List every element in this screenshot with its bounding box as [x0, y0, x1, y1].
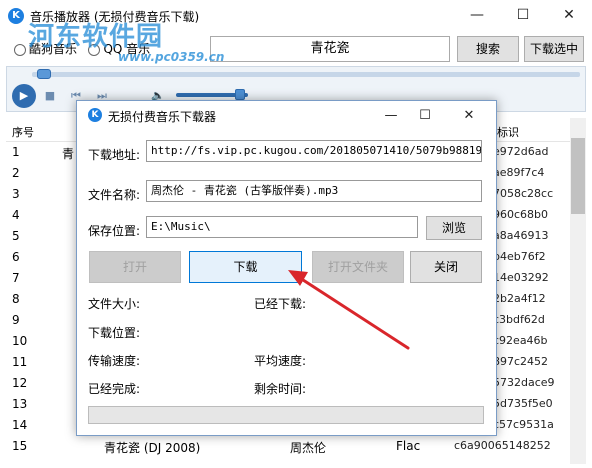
- playback-progress[interactable]: [32, 72, 580, 77]
- dialog-close-button[interactable]: ✕: [452, 102, 486, 130]
- save-path-field[interactable]: E:\Music\: [146, 216, 418, 238]
- row-identifier: ae89f7c4: [493, 166, 545, 179]
- row-index: 4: [12, 208, 20, 222]
- row-identifier: a8a46913: [493, 229, 549, 242]
- row-index: 6: [12, 250, 20, 264]
- row-identifier: 897c2452: [493, 355, 549, 368]
- row-identifier: c6a90065148252: [454, 439, 551, 452]
- dialog-maximize-button[interactable]: ☐: [408, 102, 442, 130]
- row-index: 13: [12, 397, 28, 411]
- dialog-logo-icon: K: [88, 108, 102, 122]
- row-index: 15: [12, 439, 28, 453]
- dialog-close-action-button[interactable]: 关闭: [410, 251, 482, 283]
- row-format: Flac: [396, 439, 421, 453]
- watermark-url: www.pc0359.cn: [118, 50, 225, 64]
- column-header-id[interactable]: 标识: [497, 124, 519, 140]
- row-title: 青花瓷 (DJ 2008): [104, 441, 201, 455]
- row-identifier: e972d6ad: [493, 145, 549, 158]
- column-header-index[interactable]: 序号: [12, 124, 34, 140]
- download-button[interactable]: 下载: [189, 251, 302, 283]
- remaining-time-label: 剩余时间:: [254, 382, 307, 396]
- volume-slider-knob[interactable]: [234, 89, 245, 100]
- row-identifier: 14e03292: [493, 271, 549, 284]
- play-icon[interactable]: ▶: [12, 84, 36, 108]
- transfer-speed-label: 传输速度:: [88, 354, 141, 368]
- maximize-button[interactable]: ☐: [500, 0, 546, 32]
- row-index: 11: [12, 355, 28, 369]
- file-size-label: 文件大小:: [88, 297, 141, 311]
- table-scrollbar-thumb[interactable]: [571, 138, 585, 214]
- filename-label: 文件名称:: [88, 188, 141, 202]
- row-artist: 周杰伦: [290, 441, 327, 455]
- filename-field[interactable]: 周杰伦 - 青花瓷 (古筝版伴奏).mp3: [146, 180, 482, 202]
- save-path-label: 保存位置:: [88, 224, 141, 238]
- app-logo-icon: K: [8, 8, 24, 24]
- search-input[interactable]: 青花瓷: [210, 36, 450, 62]
- row-identifier: c57c9531a: [493, 418, 554, 431]
- row-identifier: 5732dace9: [493, 376, 555, 389]
- download-progress-bar: [88, 406, 484, 424]
- playback-progress-knob[interactable]: [37, 69, 52, 79]
- row-title: 青: [62, 147, 75, 161]
- row-index: 10: [12, 334, 28, 348]
- completed-label: 已经完成:: [88, 382, 141, 396]
- search-button[interactable]: 搜索: [457, 36, 519, 62]
- close-button[interactable]: ✕: [546, 0, 592, 32]
- row-identifier: 2b2a4f12: [493, 292, 546, 305]
- radio-kugou[interactable]: [14, 43, 26, 56]
- row-index: 9: [12, 313, 20, 327]
- url-field[interactable]: http://fs.vip.pc.kugou.com/201805071410/…: [146, 140, 482, 162]
- open-folder-button[interactable]: 打开文件夹: [312, 251, 404, 283]
- download-selected-button[interactable]: 下载选中: [524, 36, 584, 62]
- row-identifier: 960c68b0: [493, 208, 549, 221]
- row-index: 7: [12, 271, 20, 285]
- download-location-label: 下载位置:: [88, 326, 141, 340]
- row-identifier: 7058c28cc: [493, 187, 554, 200]
- row-identifier: 5d735f5e0: [493, 397, 553, 410]
- url-label: 下载地址:: [88, 148, 141, 162]
- row-index: 5: [12, 229, 20, 243]
- row-index: 3: [12, 187, 20, 201]
- minimize-button[interactable]: —: [454, 0, 500, 32]
- row-index: 2: [12, 166, 20, 180]
- open-button[interactable]: 打开: [89, 251, 181, 283]
- watermark-title: 河东软件园: [28, 22, 164, 52]
- row-index: 8: [12, 292, 20, 306]
- dialog-title: 无损付费音乐下载器: [108, 110, 217, 124]
- browse-button[interactable]: 浏览: [426, 216, 482, 240]
- stop-icon[interactable]: ■: [42, 88, 58, 104]
- row-index: 12: [12, 376, 28, 390]
- dialog-minimize-button[interactable]: —: [374, 102, 408, 130]
- row-index: 14: [12, 418, 28, 432]
- downloaded-label: 已经下载:: [254, 297, 307, 311]
- row-index: 1: [12, 145, 20, 159]
- row-identifier: b4eb76f2: [493, 250, 546, 263]
- row-identifier: c3bdf62d: [493, 313, 545, 326]
- average-speed-label: 平均速度:: [254, 354, 307, 368]
- row-identifier: c92ea46b: [493, 334, 548, 347]
